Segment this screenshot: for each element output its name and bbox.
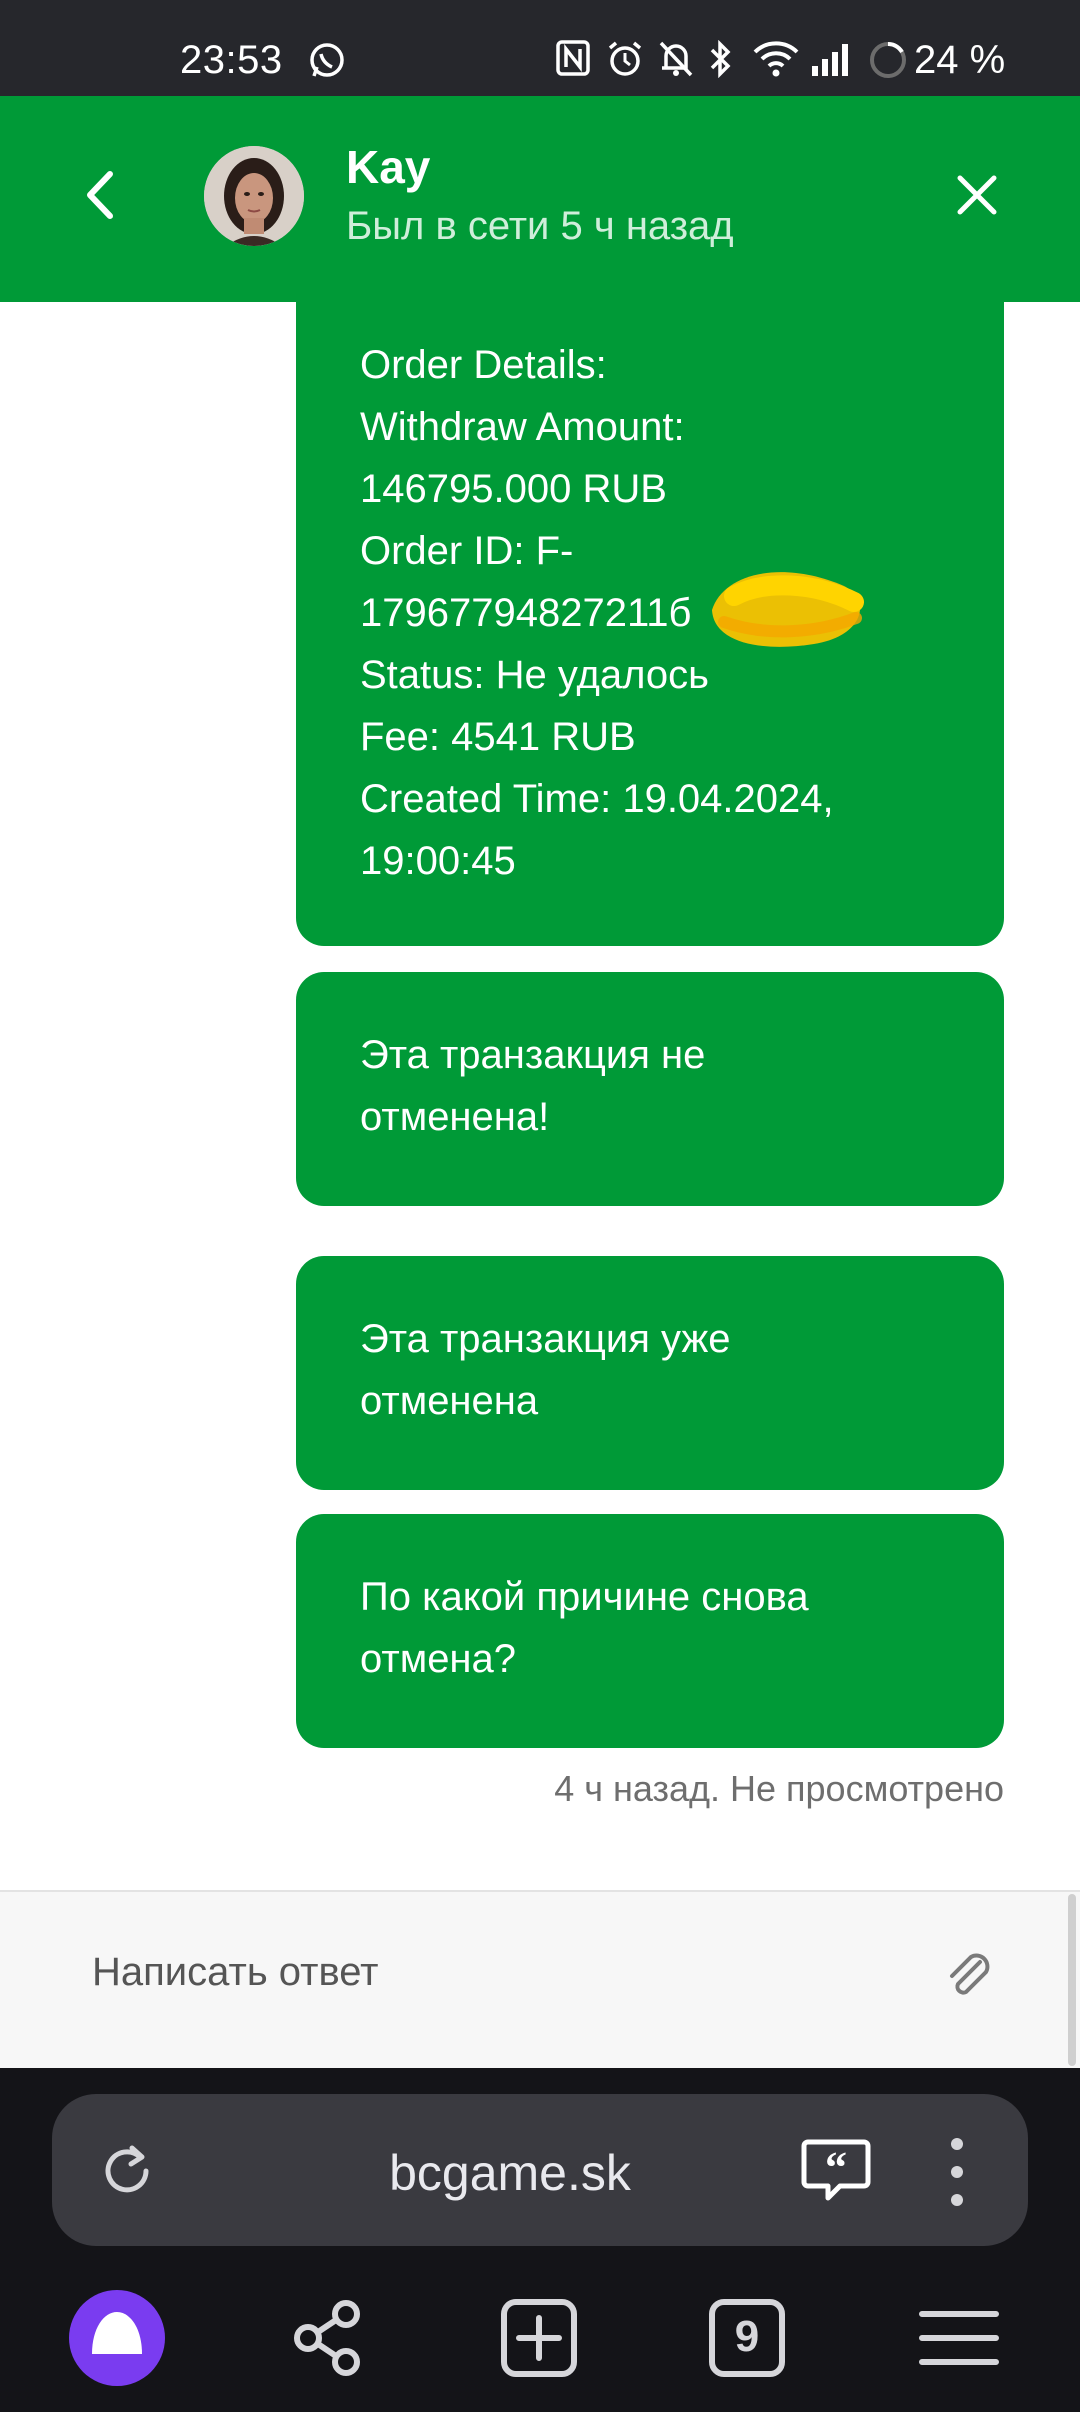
- mute-icon: [659, 41, 693, 77]
- message-line: Created Time: 19.04.2024,: [360, 777, 834, 821]
- scrollbar[interactable]: [1068, 1894, 1076, 2066]
- close-button[interactable]: [952, 170, 1002, 220]
- message-line: Эта транзакция уже: [360, 1317, 731, 1361]
- battery-percent: 24 %: [914, 38, 1006, 82]
- message-line: отменена!: [360, 1095, 550, 1139]
- quote-icon[interactable]: “: [800, 2136, 872, 2206]
- message-line: Withdraw Amount:: [360, 405, 685, 449]
- avatar[interactable]: [204, 146, 304, 246]
- battery-icon: [870, 41, 906, 78]
- censor-scribble: [712, 572, 864, 647]
- tab-count: 9: [734, 2312, 760, 2361]
- message-line: 19:00:45: [360, 839, 516, 883]
- reply-input[interactable]: Написать ответ: [92, 1950, 379, 1995]
- url-text[interactable]: bcgame.sk: [52, 2144, 1028, 2202]
- address-bar[interactable]: bcgame.sk “: [52, 2094, 1028, 2246]
- wifi-icon: [753, 41, 799, 77]
- message-list[interactable]: Order Details: Withdraw Amount: 146795.0…: [0, 302, 1080, 1890]
- signal-icon: [812, 44, 848, 76]
- nfc-icon: [556, 40, 590, 76]
- back-button[interactable]: [72, 160, 132, 230]
- message-line: 146795.000 RUB: [360, 467, 667, 511]
- svg-text:“: “: [825, 2143, 847, 2192]
- attach-icon[interactable]: [940, 1946, 998, 2004]
- reply-bar[interactable]: Написать ответ: [0, 1890, 1080, 2068]
- chat-header: Kay Был в сети 5 ч назад: [0, 96, 1080, 302]
- status-bar: 23:53 24 %: [0, 0, 1080, 96]
- alice-assistant-icon[interactable]: [62, 2278, 172, 2398]
- bottom-nav: 9: [0, 2278, 1080, 2398]
- message-bubble: Эта транзакция уже отменена: [296, 1256, 1004, 1490]
- bluetooth-icon: [710, 40, 731, 78]
- message-line: По какой причине снова: [360, 1575, 809, 1619]
- alarm-icon: [608, 41, 642, 76]
- message-line: отмена?: [360, 1637, 517, 1681]
- message-line: Эта транзакция не: [360, 1033, 706, 1077]
- message-line: Order Details:: [360, 343, 607, 387]
- more-options-icon[interactable]: [942, 2134, 972, 2210]
- menu-icon[interactable]: [904, 2278, 1014, 2398]
- tabs-counter[interactable]: 9: [692, 2278, 802, 2398]
- whatsapp-icon: [310, 43, 344, 77]
- contact-name: Kay: [346, 141, 431, 193]
- share-icon[interactable]: [272, 2278, 382, 2398]
- new-tab-icon[interactable]: [484, 2278, 594, 2398]
- contact-last-seen: Был в сети 5 ч назад: [346, 204, 734, 248]
- message-bubble: По какой причине снова отмена?: [296, 1514, 1004, 1748]
- avatar-image: [204, 146, 304, 246]
- message-line: Fee: 4541 RUB: [360, 715, 636, 759]
- browser-toolbar: bcgame.sk “ 9: [0, 2068, 1080, 2412]
- message-bubble: Order Details: Withdraw Amount: 146795.0…: [296, 302, 1004, 946]
- message-bubble: Эта транзакция не отменена!: [296, 972, 1004, 1206]
- status-time: 23:53: [180, 38, 283, 82]
- message-line: отменена: [360, 1379, 539, 1423]
- message-status: 4 ч назад. Не просмотрено: [554, 1768, 1004, 1809]
